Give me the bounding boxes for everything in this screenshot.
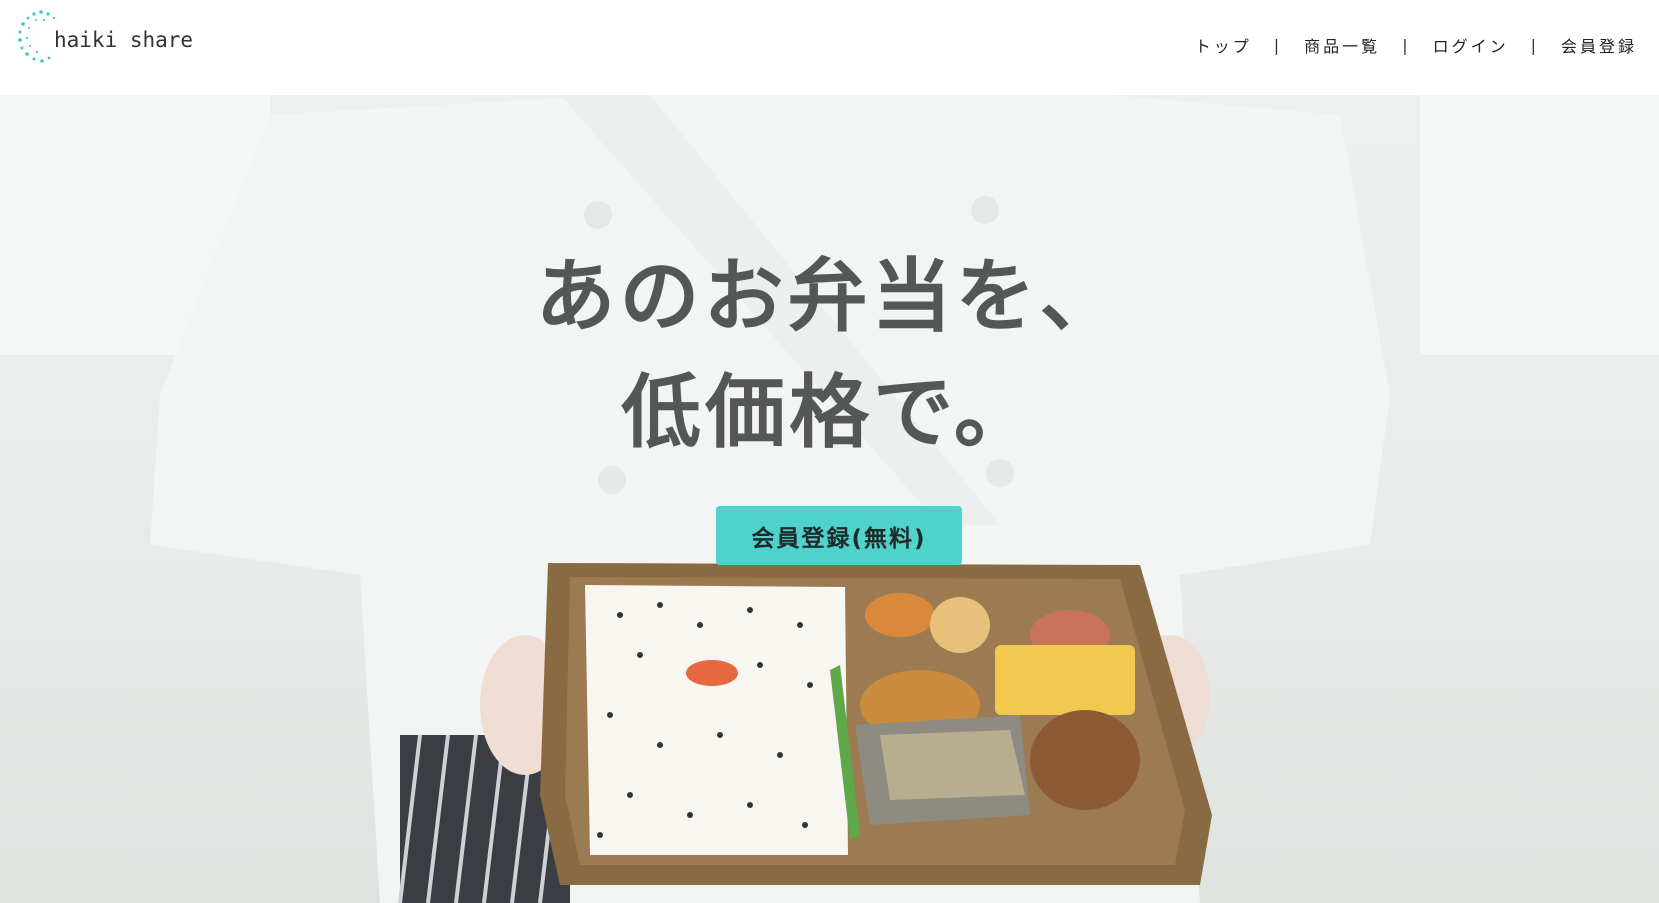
hero-headline-line2: 低価格で。	[621, 366, 1038, 459]
chef-holding-bento-box-photo	[150, 95, 1390, 903]
nav-link-register[interactable]: 会員登録	[1561, 33, 1637, 57]
site-logo[interactable]: haiki share	[14, 8, 204, 68]
nav-link-login[interactable]: ログイン	[1433, 33, 1509, 57]
register-free-button[interactable]: 会員登録(無料)	[716, 506, 962, 565]
hero-headline-line1: あのお弁当を、	[535, 250, 1124, 343]
nav-link-top[interactable]: トップ	[1195, 33, 1252, 57]
nav-link-products[interactable]: 商品一覧	[1304, 33, 1380, 57]
hero-section: あのお弁当を、 低価格で。 会員登録(無料)	[0, 95, 1659, 903]
site-header: haiki share トップ | 商品一覧 | ログイン | 会員登録	[0, 0, 1659, 95]
nav-separator: |	[1402, 35, 1411, 55]
nav-separator: |	[1530, 35, 1539, 55]
logo-text: haiki share	[54, 28, 194, 52]
nav-separator: |	[1273, 35, 1283, 55]
main-nav: トップ | 商品一覧 | ログイン | 会員登録	[1195, 33, 1637, 57]
